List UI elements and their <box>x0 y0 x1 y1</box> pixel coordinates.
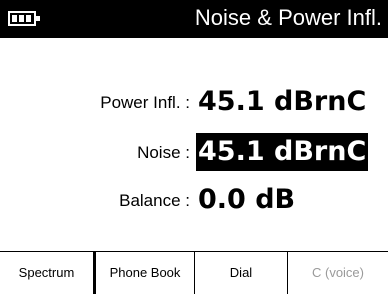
spectrum-softkey[interactable]: Spectrum <box>0 252 94 294</box>
power-influence-row[interactable]: Power Infl. : 45.1 dBrnC <box>0 83 388 123</box>
softkey-bar: Spectrum Phone Book Dial C (voice) <box>0 251 388 294</box>
balance-row[interactable]: Balance : 0.0 dB <box>0 181 388 221</box>
balance-label: Balance : <box>119 191 190 210</box>
power-influence-label: Power Infl. : <box>100 93 190 112</box>
battery-segment <box>26 15 31 22</box>
dial-softkey[interactable]: Dial <box>195 252 288 294</box>
title-bar: Noise & Power Infl. <box>0 0 388 38</box>
noise-value: 45.1 dBrnC <box>196 133 369 171</box>
power-influence-value: 45.1 dBrnC <box>198 86 367 117</box>
battery-terminal <box>36 16 40 21</box>
battery-segment <box>19 15 24 22</box>
battery-segment <box>12 15 17 22</box>
noise-row[interactable]: Noise : 45.1 dBrnC <box>0 133 388 173</box>
battery-icon <box>8 11 40 26</box>
balance-value: 0.0 dB <box>198 184 296 215</box>
screen-title: Noise & Power Infl. <box>194 5 382 30</box>
phone-book-softkey[interactable]: Phone Book <box>94 252 195 294</box>
device-screen: Noise & Power Infl. Power Infl. : 45.1 d… <box>0 0 388 294</box>
c-voice-softkey[interactable]: C (voice) <box>288 252 388 294</box>
noise-label: Noise : <box>137 143 190 162</box>
